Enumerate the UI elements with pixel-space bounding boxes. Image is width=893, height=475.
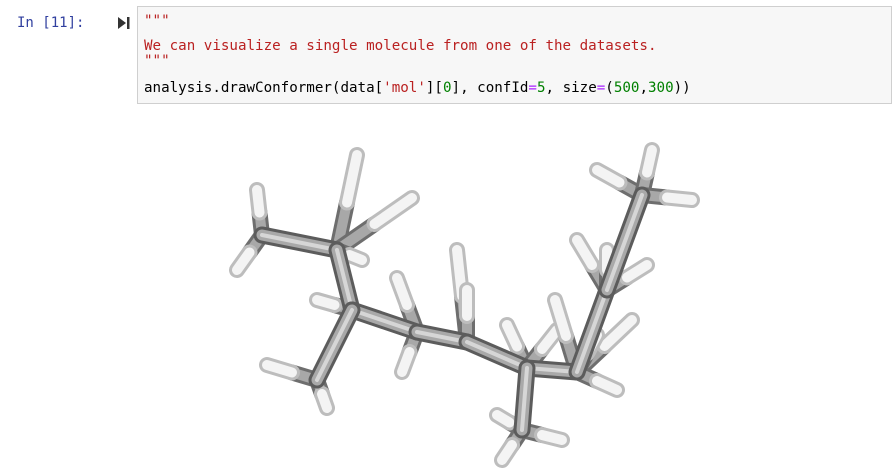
code-cell-input[interactable]: """ We can visualize a single molecule f…: [137, 6, 892, 104]
run-cell-icon[interactable]: [117, 15, 131, 31]
code-token-number: 300: [648, 80, 674, 96]
code-token-string: 'mol': [383, 80, 426, 96]
bond-stick: [312, 295, 340, 310]
bond-stick: [537, 430, 567, 445]
code-token-number: 0: [442, 80, 452, 96]
bond-stick: [397, 347, 415, 377]
molecule-3d-view[interactable]: [137, 110, 893, 475]
code-line-1: """: [144, 13, 170, 29]
code-token-number: 5: [536, 80, 546, 96]
bond-stick: [492, 410, 515, 428]
code-token: , size: [545, 80, 597, 96]
bond-stick: [344, 250, 367, 265]
bond-stick: [252, 185, 265, 218]
cell-output: [137, 110, 893, 475]
code-token: ], confId: [451, 80, 529, 96]
code-line-4: analysis.drawConformer(data['mol'][0], c…: [144, 78, 691, 98]
code-token: )): [673, 80, 691, 96]
code-line-2: We can visualize a single molecule from …: [144, 38, 657, 54]
bond-stick: [642, 145, 657, 178]
code-token-number: 500: [613, 80, 640, 96]
code-token-operator: =: [528, 80, 537, 96]
code-token-operator: =: [596, 80, 606, 96]
cell-prompt: In [11]:: [17, 15, 85, 31]
code-token: (: [605, 80, 614, 96]
code-token: ,: [639, 80, 649, 96]
code-token: analysis.drawConformer(data[: [144, 80, 384, 96]
bond-stick: [537, 325, 562, 354]
bond-stick: [317, 389, 332, 413]
code-token: ][: [425, 80, 443, 96]
bond-stick: [572, 235, 597, 270]
bond-stick: [315, 308, 354, 382]
bond-stick: [662, 192, 697, 205]
code-line-3: """: [144, 53, 170, 69]
